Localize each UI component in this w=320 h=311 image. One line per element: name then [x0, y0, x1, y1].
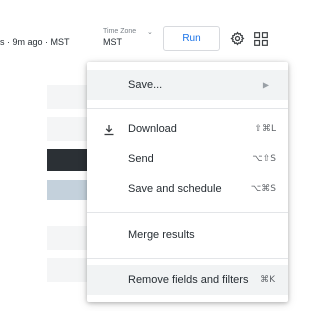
- background-row-selected: [47, 149, 87, 171]
- menu-item-label: Remove fields and filters: [128, 274, 249, 286]
- gear-icon[interactable]: [230, 31, 245, 46]
- menu-item-label: Download: [128, 123, 177, 135]
- download-menu: Save... ▶ Download ⇧⌘L Send ⌥⇧S Save and…: [87, 62, 288, 302]
- background-row: [47, 85, 87, 109]
- background-row: [47, 258, 87, 282]
- menu-item-shortcut: ⌥⌘S: [250, 184, 276, 194]
- menu-item-label: Send: [128, 153, 154, 165]
- run-button[interactable]: Run: [163, 26, 220, 51]
- download-icon: [103, 123, 115, 136]
- menu-item-label: Save...: [128, 79, 163, 91]
- run-button-label: Run: [182, 33, 201, 44]
- menu-item-label: Merge results: [128, 229, 195, 241]
- chevron-right-icon: ▶: [262, 80, 269, 90]
- menu-item-shortcut: ⌘K: [260, 275, 275, 285]
- timezone-selector[interactable]: Time Zone ⌄ MST: [103, 28, 159, 50]
- menu-item-shortcut: ⇧⌘L: [254, 124, 276, 134]
- menu-item-save-and-schedule[interactable]: Save and schedule ⌥⌘S: [87, 174, 288, 204]
- menu-item-shortcut: ⌥⇧S: [252, 154, 276, 164]
- menu-item-download[interactable]: Download ⇧⌘L: [87, 114, 288, 144]
- menu-item-label: Save and schedule: [128, 183, 222, 195]
- menu-divider: [87, 108, 288, 109]
- background-row: [47, 117, 87, 141]
- menu-item-remove-fields-and-filters[interactable]: Remove fields and filters ⌘K: [87, 265, 288, 295]
- status-text: s · 9m ago · MST: [0, 37, 70, 47]
- toolbar: s · 9m ago · MST Time Zone ⌄ MST Run: [0, 0, 320, 60]
- menu-item-send[interactable]: Send ⌥⇧S: [87, 144, 288, 174]
- timezone-value: MST: [103, 37, 122, 47]
- background-row: [47, 226, 87, 250]
- background-row-highlighted: [47, 180, 87, 200]
- chevron-down-icon: ⌄: [147, 29, 153, 36]
- menu-divider: [87, 212, 288, 213]
- menu-divider: [87, 258, 288, 259]
- menu-item-save[interactable]: Save... ▶: [87, 70, 288, 100]
- menu-item-merge-results[interactable]: Merge results: [87, 220, 288, 250]
- timezone-label: Time Zone: [103, 28, 137, 35]
- grid-icon[interactable]: [254, 32, 268, 46]
